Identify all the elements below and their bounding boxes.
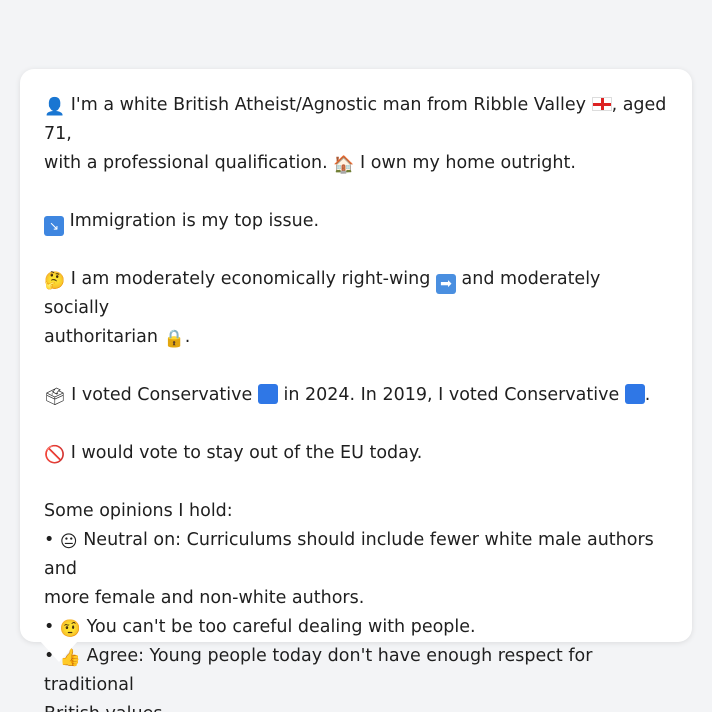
authoritarian-text: authoritarian	[44, 327, 158, 347]
vote-text-post: .	[644, 385, 651, 405]
list-item: • 😐 Neutral on: Curriculums should inclu…	[44, 526, 668, 613]
lock-icon: 🔒	[163, 329, 185, 349]
neutral-face-icon: 😐	[59, 532, 78, 552]
ideology-line-1: 🤔 I am moderately economically right-win…	[44, 265, 668, 323]
opinion-text: Agree: Young people today don't have eno…	[44, 646, 593, 695]
right-arrow-icon: ➡	[435, 274, 456, 294]
ballot-box-icon: 🗳	[44, 387, 66, 407]
opinions-heading: Some opinions I hold:	[44, 501, 233, 521]
bullet: •	[44, 530, 55, 550]
message-bubble: 👤 I'm a white British Atheist/Agnostic m…	[20, 69, 692, 712]
conservative-blue-square-icon	[257, 384, 278, 404]
opinion-text-continued: British values.	[44, 700, 668, 712]
vote-text-mid: in 2024. In 2019, I voted Conservative	[283, 385, 620, 405]
intro-line-2: with a professional qualification. 🏠 I o…	[44, 149, 668, 178]
conservative-blue-square-icon	[624, 384, 645, 404]
opinion-line-1: • 🤨 You can't be too careful dealing wit…	[44, 613, 668, 642]
ideology-paragraph: 🤔 I am moderately economically right-win…	[44, 265, 668, 352]
bullet: •	[44, 617, 55, 637]
opinions-list: • 😐 Neutral on: Curriculums should inclu…	[44, 526, 668, 712]
vote-text-pre: I voted Conservative	[71, 385, 253, 405]
home-text: I own my home outright.	[360, 153, 576, 173]
eu-paragraph: 🚫 I would vote to stay out of the EU tod…	[44, 439, 668, 468]
period-text: .	[184, 327, 191, 347]
immigration-icon: ↘	[44, 216, 64, 236]
intro-text-pre: I'm a white British Atheist/Agnostic man…	[70, 95, 586, 115]
top-issue-text: Immigration is my top issue.	[69, 211, 320, 231]
thinking-face-icon: 🤔	[44, 271, 66, 291]
opinions-section: Some opinions I hold: • 😐 Neutral on: Cu…	[44, 497, 668, 712]
bubble-tail	[40, 641, 78, 662]
raised-eyebrow-face-icon: 🤨	[59, 619, 82, 639]
opinion-text-continued: more female and non-white authors.	[44, 588, 365, 608]
house-icon: 🏠	[333, 155, 355, 175]
opinion-text: Neutral on: Curriculums should include f…	[44, 530, 654, 579]
person-icon: 👤	[44, 97, 66, 117]
vote-paragraph: 🗳 I voted Conservative in 2024. In 2019,…	[44, 381, 668, 410]
list-item: • 👍 Agree: Young people today don't have…	[44, 642, 668, 712]
qualification-text: with a professional qualification.	[44, 153, 328, 173]
intro-line-1: 👤 I'm a white British Atheist/Agnostic m…	[44, 91, 668, 149]
prohibited-icon: 🚫	[44, 445, 66, 465]
opinion-line-1: • 👍 Agree: Young people today don't have…	[44, 642, 668, 700]
england-flag-icon	[591, 97, 612, 111]
econ-text: I am moderately economically right-wing	[70, 269, 431, 289]
opinion-text: You can't be too careful dealing with pe…	[86, 617, 476, 637]
eu-text: I would vote to stay out of the EU today…	[70, 443, 423, 463]
opinion-line-1: • 😐 Neutral on: Curriculums should inclu…	[44, 526, 668, 584]
list-item: • 🤨 You can't be too careful dealing wit…	[44, 613, 668, 642]
ideology-line-2: authoritarian 🔒.	[44, 323, 668, 352]
intro-paragraph: 👤 I'm a white British Atheist/Agnostic m…	[44, 91, 668, 178]
top-issue-paragraph: ↘ Immigration is my top issue.	[44, 207, 668, 236]
